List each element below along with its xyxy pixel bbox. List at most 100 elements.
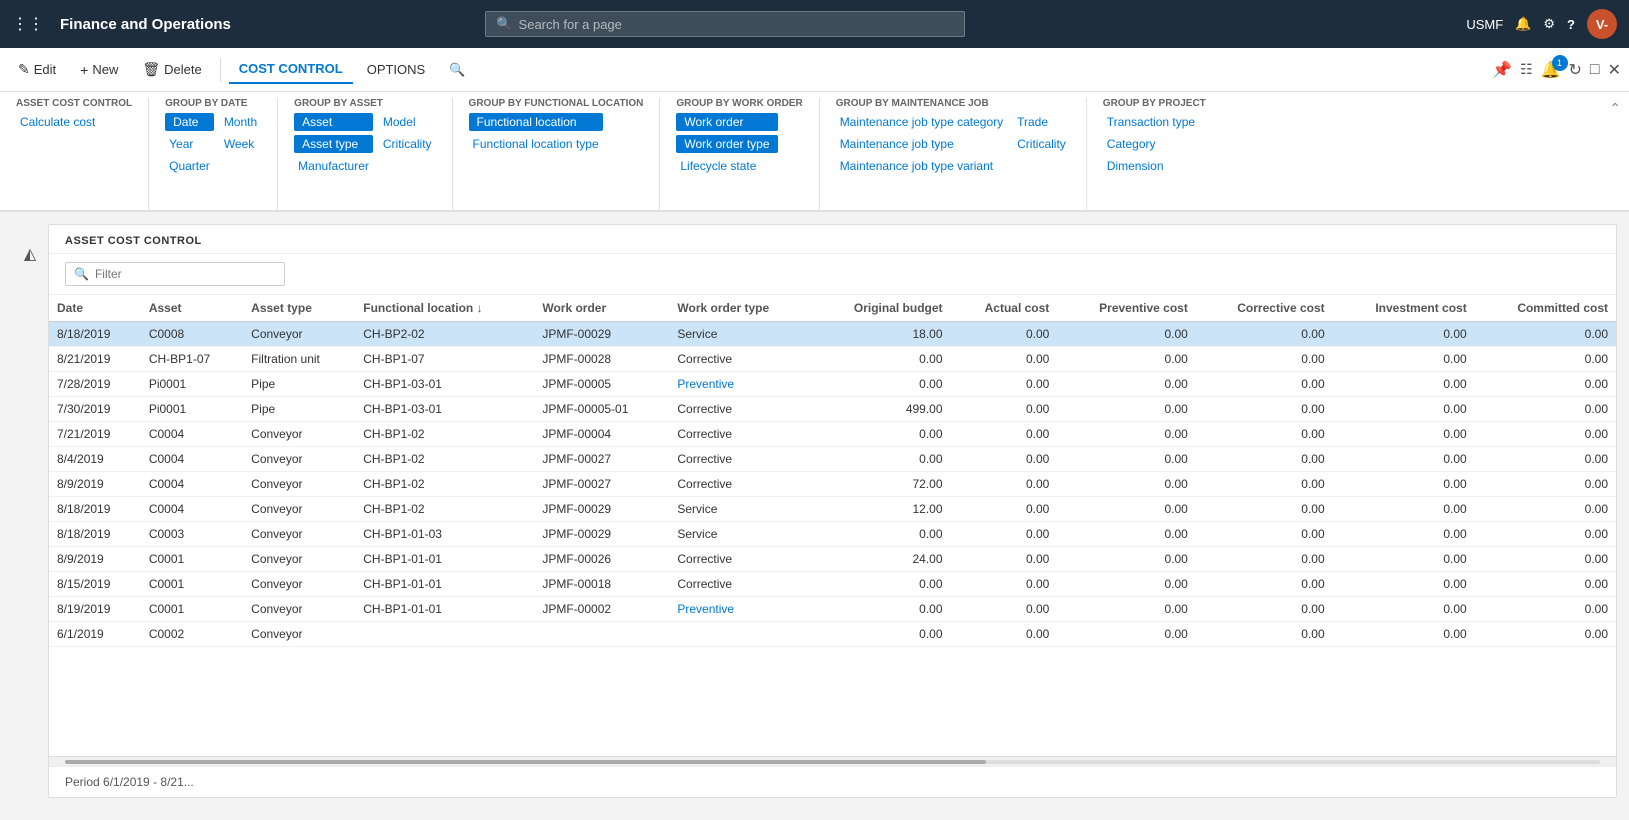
trade-btn[interactable]: Trade [1013, 113, 1070, 131]
new-button[interactable]: + New [70, 56, 128, 84]
office-icon[interactable]: ☷ [1520, 61, 1533, 78]
cell-asset-type: Conveyor [243, 472, 355, 497]
functional-location-btn[interactable]: Functional location [469, 113, 603, 131]
avatar[interactable]: V- [1587, 9, 1617, 39]
ribbon-group-title-date: GROUP BY DATE [165, 98, 261, 109]
table-row[interactable]: 8/21/2019 CH-BP1-07 Filtration unit CH-B… [49, 347, 1616, 372]
table-row[interactable]: 8/9/2019 C0001 Conveyor CH-BP1-01-01 JPM… [49, 547, 1616, 572]
cell-asset: Pi0001 [141, 397, 243, 422]
cell-original-budget: 0.00 [812, 522, 951, 547]
table-row[interactable]: 8/18/2019 C0004 Conveyor CH-BP1-02 JPMF-… [49, 497, 1616, 522]
month-btn[interactable]: Month [220, 113, 261, 131]
model-btn[interactable]: Model [379, 113, 436, 131]
cell-committed-cost: 0.00 [1475, 522, 1616, 547]
refresh-icon[interactable]: ↻ [1569, 60, 1582, 80]
toolbar-right: 📌 ☷ 🔔 1 ↻ □ ✕ [1492, 60, 1621, 80]
criticality-asset-btn[interactable]: Criticality [379, 135, 436, 153]
criticality-maint-btn[interactable]: Criticality [1013, 135, 1070, 153]
col-committed-cost[interactable]: Committed cost [1475, 295, 1616, 322]
ribbon-col-asset-left: Asset Asset type Manufacturer [294, 113, 373, 175]
filter-sidebar-icon[interactable]: ◭ [24, 244, 36, 264]
edit-button[interactable]: ✎ Edit [8, 55, 66, 84]
bell-icon[interactable]: 🔔 [1515, 16, 1531, 32]
table-row[interactable]: 8/15/2019 C0001 Conveyor CH-BP1-01-01 JP… [49, 572, 1616, 597]
horizontal-scrollbar[interactable] [49, 756, 1616, 766]
col-work-order[interactable]: Work order [534, 295, 669, 322]
ribbon-items-work-order: Work order Work order type Lifecycle sta… [676, 113, 802, 175]
cell-work-order: JPMF-00027 [534, 472, 669, 497]
search-toolbar-icon[interactable]: 🔍 [439, 56, 475, 84]
col-date[interactable]: Date [49, 295, 141, 322]
scroll-track[interactable] [65, 760, 1600, 764]
delete-button[interactable]: 🗑 Delete [132, 55, 211, 84]
ribbon: ASSET COST CONTROL Calculate cost GROUP … [0, 92, 1629, 212]
col-functional-location[interactable]: Functional location ↓ [355, 295, 534, 322]
cell-work-order: JPMF-00029 [534, 497, 669, 522]
options-tab[interactable]: OPTIONS [357, 56, 436, 83]
notification-badge[interactable]: 🔔 1 [1541, 60, 1561, 80]
search-bar[interactable]: 🔍 [485, 11, 965, 37]
work-order-btn[interactable]: Work order [676, 113, 777, 131]
cell-work-order-type: Corrective [669, 547, 812, 572]
grid-icon[interactable]: ⋮⋮ [12, 14, 44, 34]
nav-right: USMF 🔔 ⚙ ? V- [1466, 9, 1617, 39]
week-btn[interactable]: Week [220, 135, 261, 153]
quarter-btn[interactable]: Quarter [165, 157, 214, 175]
filter-icon: 🔍 [74, 267, 89, 281]
col-corrective-cost[interactable]: Corrective cost [1196, 295, 1333, 322]
functional-location-type-btn[interactable]: Functional location type [469, 135, 603, 153]
col-asset[interactable]: Asset [141, 295, 243, 322]
calculate-cost-btn[interactable]: Calculate cost [16, 113, 99, 131]
help-icon[interactable]: ? [1567, 17, 1575, 32]
cell-asset-type: Conveyor [243, 447, 355, 472]
cell-date: 8/18/2019 [49, 522, 141, 547]
cell-functional-location: CH-BP1-02 [355, 472, 534, 497]
ribbon-group-date: GROUP BY DATE Date Year Quarter Month We… [149, 98, 278, 210]
table-row[interactable]: 6/1/2019 C0002 Conveyor 0.00 0.00 0.00 0… [49, 622, 1616, 647]
cell-date: 8/18/2019 [49, 322, 141, 347]
transaction-type-btn[interactable]: Transaction type [1103, 113, 1199, 131]
table-row[interactable]: 8/19/2019 C0001 Conveyor CH-BP1-01-01 JP… [49, 597, 1616, 622]
table-row[interactable]: 8/18/2019 C0003 Conveyor CH-BP1-01-03 JP… [49, 522, 1616, 547]
col-preventive-cost[interactable]: Preventive cost [1057, 295, 1196, 322]
ribbon-col-date-left: Date Year Quarter [165, 113, 214, 175]
scroll-thumb[interactable] [65, 760, 986, 764]
asset-type-btn[interactable]: Asset type [294, 135, 373, 153]
manufacturer-btn[interactable]: Manufacturer [294, 157, 373, 175]
col-work-order-type[interactable]: Work order type [669, 295, 812, 322]
ribbon-collapse-icon[interactable]: ⌃ [1609, 100, 1621, 117]
col-original-budget[interactable]: Original budget [812, 295, 951, 322]
filter-input-wrapper[interactable]: 🔍 [65, 262, 285, 286]
table-row[interactable]: 8/9/2019 C0004 Conveyor CH-BP1-02 JPMF-0… [49, 472, 1616, 497]
year-btn[interactable]: Year [165, 135, 214, 153]
mjt-variant-btn[interactable]: Maintenance job type variant [836, 157, 1007, 175]
cell-date: 8/19/2019 [49, 597, 141, 622]
cell-asset: C0001 [141, 597, 243, 622]
cell-work-order-type: Service [669, 522, 812, 547]
cost-control-tab[interactable]: COST CONTROL [229, 55, 353, 84]
mjt-category-btn[interactable]: Maintenance job type category [836, 113, 1007, 131]
table-row[interactable]: 8/18/2019 C0008 Conveyor CH-BP2-02 JPMF-… [49, 322, 1616, 347]
work-order-type-btn[interactable]: Work order type [676, 135, 777, 153]
col-actual-cost[interactable]: Actual cost [951, 295, 1058, 322]
pin-icon[interactable]: 📌 [1492, 60, 1512, 80]
restore-icon[interactable]: □ [1590, 61, 1600, 79]
table-row[interactable]: 8/4/2019 C0004 Conveyor CH-BP1-02 JPMF-0… [49, 447, 1616, 472]
period-text: Period 6/1/2019 - 8/21... [65, 775, 194, 789]
dimension-btn[interactable]: Dimension [1103, 157, 1199, 175]
col-asset-type[interactable]: Asset type [243, 295, 355, 322]
table-row[interactable]: 7/28/2019 Pi0001 Pipe CH-BP1-03-01 JPMF-… [49, 372, 1616, 397]
mjt-btn[interactable]: Maintenance job type [836, 135, 1007, 153]
category-btn[interactable]: Category [1103, 135, 1199, 153]
close-icon[interactable]: ✕ [1608, 60, 1621, 80]
date-btn[interactable]: Date [165, 113, 214, 131]
table-row[interactable]: 7/30/2019 Pi0001 Pipe CH-BP1-03-01 JPMF-… [49, 397, 1616, 422]
search-input[interactable] [519, 17, 955, 32]
lifecycle-state-btn[interactable]: Lifecycle state [676, 157, 777, 175]
delete-icon: 🗑 [142, 61, 160, 78]
asset-btn[interactable]: Asset [294, 113, 373, 131]
filter-input[interactable] [95, 267, 276, 281]
table-row[interactable]: 7/21/2019 C0004 Conveyor CH-BP1-02 JPMF-… [49, 422, 1616, 447]
settings-icon[interactable]: ⚙ [1543, 16, 1555, 32]
col-investment-cost[interactable]: Investment cost [1333, 295, 1475, 322]
